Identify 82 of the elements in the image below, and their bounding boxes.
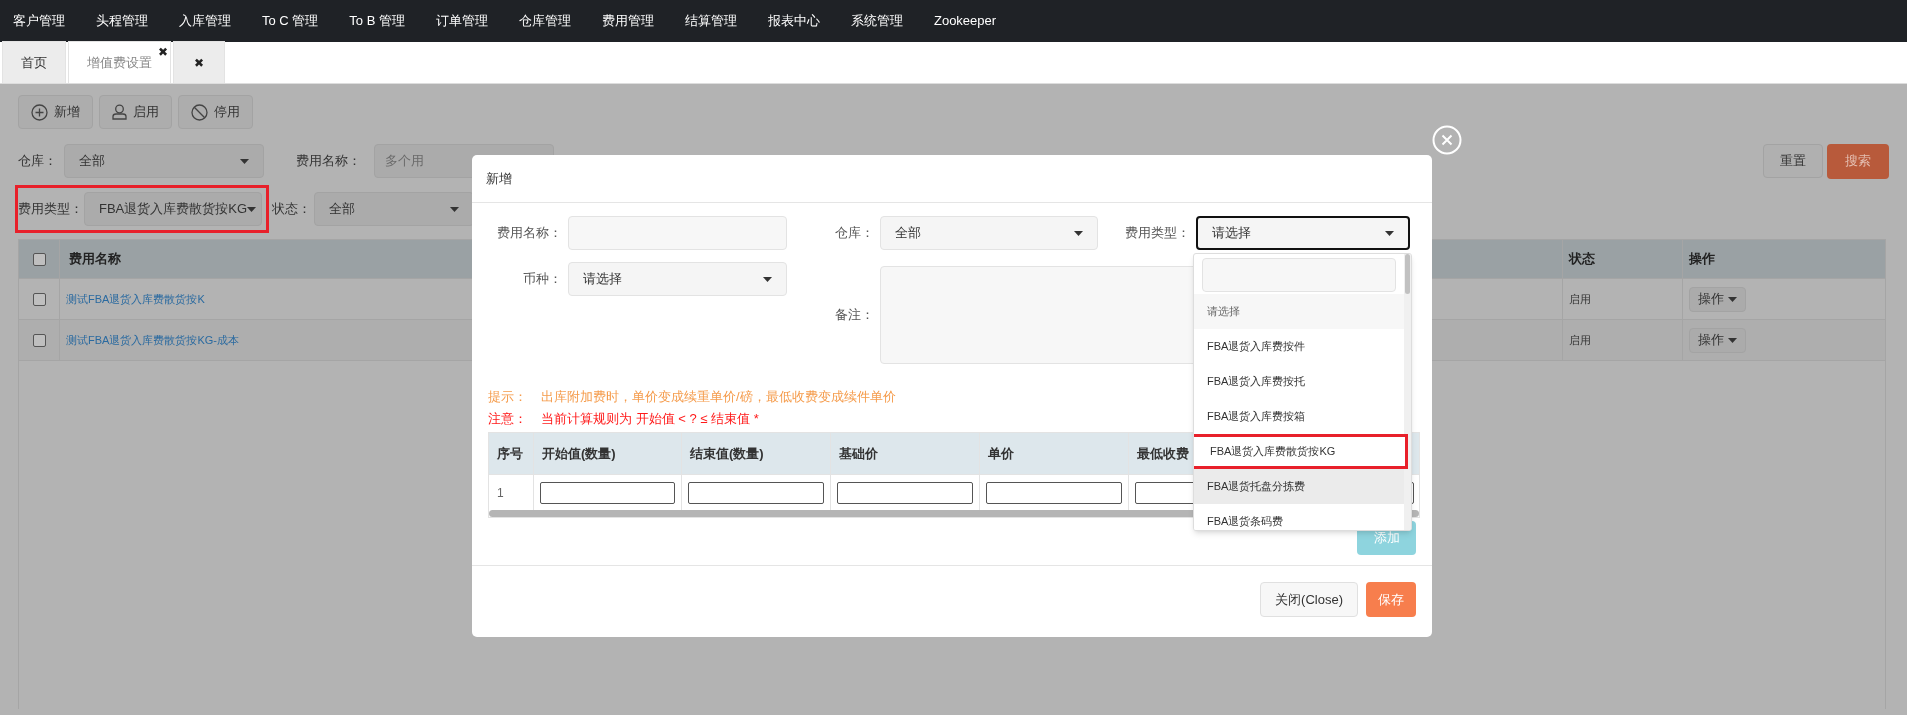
tip-text: 出库附加费时，单价变成续重单价/磅，最低收费变成续件单价 <box>541 388 896 406</box>
field-label: 费用名称： <box>496 224 562 243</box>
nav-item[interactable]: 费用管理 <box>601 11 654 31</box>
caret-icon <box>240 158 249 164</box>
nav-item[interactable]: 仓库管理 <box>518 11 571 31</box>
filter-label: 费用类型： <box>18 200 78 219</box>
checkbox[interactable] <box>32 333 46 347</box>
column-header: 结束值(数量) <box>690 444 764 463</box>
select-field[interactable]: 全部 <box>880 216 1098 250</box>
tab[interactable]: 增值费设置 ✖ <box>68 41 171 83</box>
caret-icon <box>1074 230 1083 236</box>
dropdown-option[interactable]: FBA退货入库费散货按KG <box>1194 434 1408 469</box>
dropdown-option[interactable]: FBA退货条码费 <box>1194 504 1404 530</box>
tip-label: 注意： <box>488 409 527 428</box>
filter-label: 状态： <box>272 200 308 219</box>
nav-item[interactable]: 头程管理 <box>96 11 148 31</box>
nav-item[interactable]: To B 管理 <box>349 11 405 31</box>
toolbar-button[interactable]: 启用 <box>99 95 172 129</box>
caret-icon <box>450 206 459 212</box>
nav-item[interactable]: Zookeeper <box>933 11 997 31</box>
nav-item[interactable]: 报表中心 <box>767 11 820 31</box>
field-label: 仓库： <box>834 224 874 243</box>
status-text: 启用 <box>1569 332 1591 348</box>
tab-label: 增值费设置 <box>87 53 152 72</box>
nav-item[interactable]: 入库管理 <box>179 11 231 31</box>
caret-icon <box>1728 296 1737 302</box>
value-input[interactable] <box>986 481 1122 504</box>
scrollbar[interactable] <box>1404 254 1411 530</box>
select-field[interactable]: 全部 <box>314 192 474 226</box>
column-header: 单价 <box>988 444 1014 463</box>
column-header: 基础价 <box>839 444 878 463</box>
close-button[interactable]: 关闭(Close) <box>1260 582 1358 617</box>
value-input[interactable] <box>540 481 675 504</box>
nav-item[interactable]: 订单管理 <box>435 11 488 31</box>
column-header: 操作 <box>1682 240 1885 278</box>
tab[interactable]: 首页 <box>2 41 66 83</box>
nav-item[interactable]: 结算管理 <box>684 11 737 31</box>
select-field[interactable]: 请选择 <box>1196 216 1410 250</box>
checkbox[interactable] <box>32 292 46 306</box>
tip-text: 当前计算规则为 开始值 < ? ≤ 结束值 * <box>541 409 759 428</box>
column-header: 费用名称 <box>69 250 121 269</box>
nav-item[interactable]: To C 管理 <box>262 11 319 31</box>
select-field[interactable]: FBA退货入库费散货按KG <box>84 192 262 226</box>
checkbox[interactable] <box>32 252 46 266</box>
nav-item[interactable]: 系统管理 <box>850 11 903 31</box>
tab[interactable]: ✖ <box>173 41 225 83</box>
caret-icon <box>1385 230 1394 236</box>
close-tab-button[interactable]: ✖ <box>158 43 168 61</box>
status-text: 启用 <box>1569 291 1591 307</box>
filter-label: 费用名称： <box>296 152 362 171</box>
dropdown-option[interactable]: FBA退货托盘分拣费 <box>1194 469 1404 504</box>
column-header: 序号 <box>497 444 523 463</box>
filter-label: 仓库： <box>18 152 58 171</box>
field-label: 费用类型： <box>1124 224 1190 243</box>
dropdown-search-field[interactable] <box>1202 258 1396 292</box>
caret-icon <box>247 206 257 212</box>
value-input[interactable] <box>837 481 973 504</box>
ban-icon <box>191 103 208 121</box>
column-header: 开始值(数量) <box>542 444 616 463</box>
tab-label: 首页 <box>21 53 47 72</box>
row-number: 1 <box>497 484 504 502</box>
user-icon <box>112 104 127 120</box>
action-button[interactable]: 操作 <box>1689 327 1746 353</box>
column-header: 状态 <box>1562 240 1682 278</box>
select-field[interactable]: 全部 <box>64 144 264 178</box>
close-tab-button[interactable]: ✖ <box>194 53 204 72</box>
nav-item[interactable]: 客户管理 <box>13 11 65 31</box>
toolbar-button[interactable]: 停用 <box>178 95 253 129</box>
caret-icon <box>1728 337 1737 343</box>
field-label: 币种： <box>522 270 562 289</box>
value-input[interactable] <box>688 481 824 504</box>
caret-icon <box>763 276 772 282</box>
select-field[interactable]: 请选择 <box>568 262 787 296</box>
field-label: 备注： <box>834 306 874 325</box>
action-button[interactable]: 操作 <box>1689 286 1746 312</box>
reset-button[interactable]: 重置 <box>1763 144 1823 178</box>
dropdown-option[interactable]: 请选择 <box>1194 294 1404 329</box>
plus-circle-icon <box>31 103 48 121</box>
input-field[interactable] <box>568 216 787 250</box>
column-header: 最低收费 <box>1137 444 1189 463</box>
toolbar-button[interactable]: 新增 <box>18 95 93 129</box>
tip-label: 提示： <box>488 388 527 406</box>
